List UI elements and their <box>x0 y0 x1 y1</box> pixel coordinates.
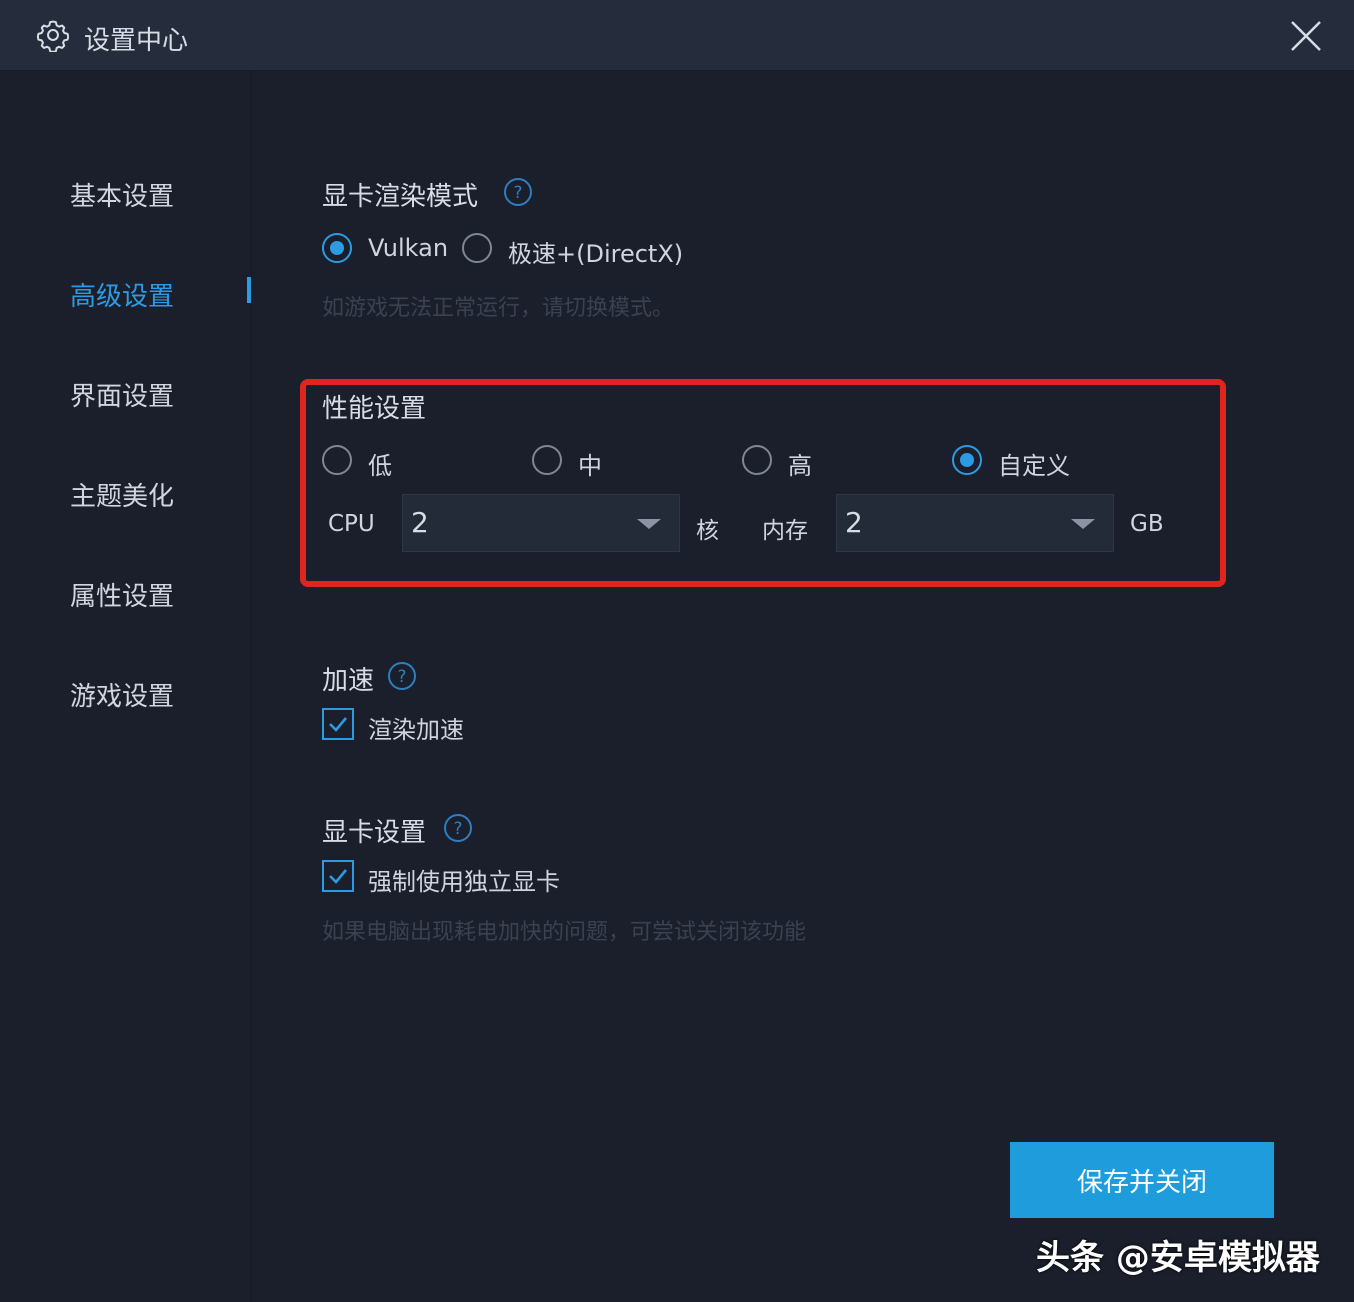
check-icon <box>329 717 347 732</box>
cpu-select-value: 2 <box>411 506 429 539</box>
radio-low[interactable] <box>322 445 352 475</box>
cpu-label: CPU <box>328 511 375 537</box>
render-acceleration-label: 渲染加速 <box>368 716 464 744</box>
save-and-close-button[interactable]: 保存并关闭 <box>1010 1142 1274 1218</box>
radio-low-label: 低 <box>368 452 392 480</box>
render-mode-hint: 如游戏无法正常运行，请切换模式。 <box>322 296 675 321</box>
sidebar-item-theme[interactable]: 主题美化 <box>70 476 174 513</box>
radio-directx[interactable] <box>462 233 492 263</box>
title-bar: 设置中心 <box>0 0 1354 71</box>
gpu-title: 显卡设置 <box>322 818 427 848</box>
radio-directx-label: 极速+(DirectX) <box>508 240 684 268</box>
force-dedicated-gpu-label: 强制使用独立显卡 <box>368 868 560 896</box>
window-title: 设置中心 <box>84 26 189 56</box>
help-icon[interactable]: ? <box>503 177 533 207</box>
radio-custom-label: 自定义 <box>998 452 1070 480</box>
force-dedicated-gpu-checkbox[interactable] <box>322 860 354 892</box>
radio-high-label: 高 <box>788 452 812 480</box>
gpu-hint: 如果电脑出现耗电加快的问题，可尝试关闭该功能 <box>322 920 807 945</box>
help-icon[interactable]: ? <box>443 813 473 843</box>
svg-text:?: ? <box>513 183 522 203</box>
memory-select[interactable]: 2 <box>836 494 1114 552</box>
check-icon <box>329 869 347 884</box>
chevron-down-icon <box>637 519 661 529</box>
close-icon[interactable] <box>1288 18 1324 54</box>
sidebar-item-advanced[interactable]: 高级设置 <box>70 276 174 313</box>
sidebar-item-properties[interactable]: 属性设置 <box>70 576 174 613</box>
memory-select-value: 2 <box>845 506 863 539</box>
cpu-select[interactable]: 2 <box>402 494 680 552</box>
active-indicator <box>247 277 251 303</box>
radio-vulkan-label: Vulkan <box>368 234 449 262</box>
radio-custom[interactable] <box>952 445 982 475</box>
radio-medium-label: 中 <box>578 452 602 480</box>
performance-title: 性能设置 <box>322 394 427 424</box>
radio-high[interactable] <box>742 445 772 475</box>
acceleration-title: 加速 <box>322 666 375 696</box>
sidebar-item-game[interactable]: 游戏设置 <box>70 676 174 713</box>
svg-text:?: ? <box>453 819 462 839</box>
render-mode-title: 显卡渲染模式 <box>322 182 479 212</box>
watermark: 头条 @安卓模拟器 <box>1036 1238 1320 1278</box>
memory-unit: GB <box>1130 511 1164 537</box>
svg-text:?: ? <box>397 667 406 687</box>
chevron-down-icon <box>1071 519 1095 529</box>
radio-medium[interactable] <box>532 445 562 475</box>
cpu-unit: 核 <box>696 518 719 544</box>
render-acceleration-checkbox[interactable] <box>322 708 354 740</box>
sidebar-item-interface[interactable]: 界面设置 <box>70 376 174 413</box>
sidebar-item-basic[interactable]: 基本设置 <box>70 176 174 213</box>
help-icon[interactable]: ? <box>387 661 417 691</box>
gear-icon <box>36 20 70 52</box>
radio-vulkan[interactable] <box>322 233 352 263</box>
memory-label: 内存 <box>762 518 808 544</box>
highlight-annotation-box <box>300 379 1226 587</box>
